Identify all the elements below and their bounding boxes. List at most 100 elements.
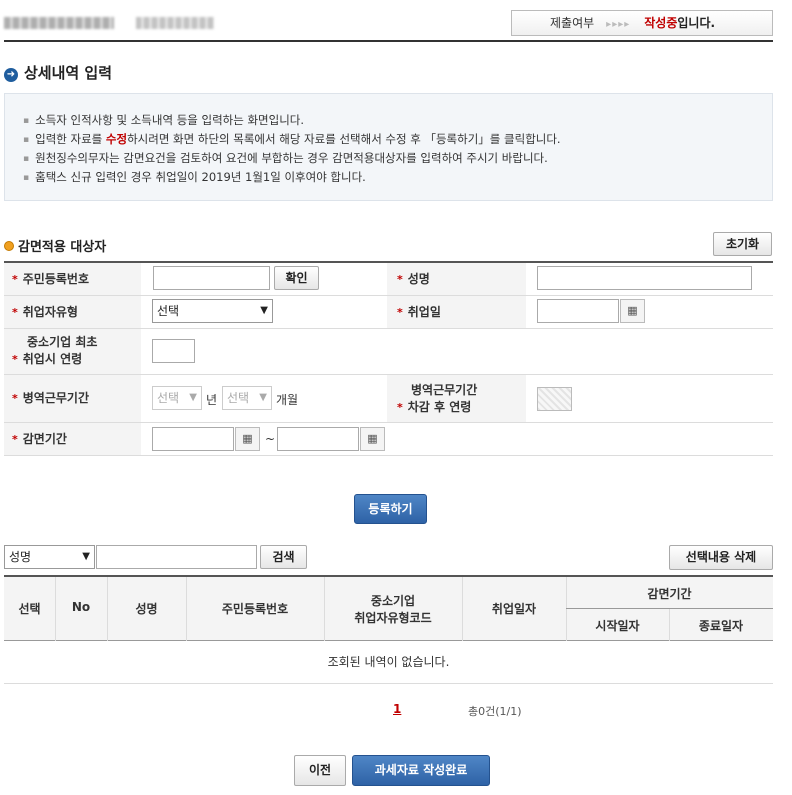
reduction-target-form: * 주민등록번호 확인 * 성명 * 취업자유형 선택 ▼ * 취업일 ▦ 중소기업 최초…	[4, 261, 773, 456]
name-label: * 성명	[387, 263, 526, 295]
calendar-icon[interactable]: ▦	[620, 299, 645, 323]
col-select: 선택	[18, 602, 41, 616]
month-unit: 개월	[276, 393, 299, 407]
emp-date-label: * 취업일	[387, 296, 526, 328]
required-mark: *	[12, 273, 18, 286]
reduction-end-input[interactable]	[277, 427, 359, 451]
col-rrn: 주민등록번호	[221, 602, 289, 616]
prev-button[interactable]: 이전	[294, 755, 346, 786]
emp-type-select[interactable]: 선택 ▼	[152, 299, 273, 323]
military-year-select[interactable]: 선택 ▼	[152, 386, 202, 410]
military-label-text: 병역근무기간	[22, 391, 90, 405]
form-row-reduction-period: * 감면기간 ▦ ~ ▦	[4, 423, 773, 456]
rrn-label-text: 주민등록번호	[22, 272, 90, 286]
required-mark: *	[397, 273, 403, 286]
form-row-military: * 병역근무기간 선택 ▼ 년 선택 ▼ 개월 병역근무기간 * 차감 후 연령	[4, 375, 773, 423]
col-sme-code-line1: 중소기업	[370, 594, 416, 608]
form-row-rrn: * 주민등록번호 확인 * 성명	[4, 263, 773, 296]
chevron-down-icon: ▼	[189, 392, 197, 403]
redacted-company-name	[4, 17, 114, 29]
emp-date-input[interactable]	[537, 299, 619, 323]
notice-item: 홈택스 신규 입력인 경우 취업일이 2019년 1월1일 이후여야 합니다.	[23, 168, 772, 187]
notice-text: 하시려면 화면 하단의 목록에서 해당 자료를 선택해서 수정 후 「등록하기」…	[127, 132, 561, 146]
range-separator: ~	[265, 432, 276, 446]
reduction-start-input[interactable]	[152, 427, 234, 451]
form-row-employment: * 취업자유형 선택 ▼ * 취업일 ▦	[4, 296, 773, 329]
search-input[interactable]	[96, 545, 257, 569]
calendar-icon[interactable]: ▦	[235, 427, 260, 451]
military-label: * 병역근무기간	[4, 375, 141, 422]
emp-date-label-text: 취업일	[407, 305, 441, 319]
notice-highlight: 수정	[105, 132, 128, 146]
col-emp-date: 취업일자	[491, 602, 537, 616]
required-mark: *	[12, 353, 18, 366]
required-mark: *	[12, 392, 18, 405]
reset-button[interactable]: 초기화	[713, 232, 772, 256]
notice-text: 입력한 자료를	[35, 132, 106, 146]
notice-text: 홈택스 신규 입력인 경우 취업일이 2019년 1월1일 이후여야 합니다.	[35, 170, 366, 184]
military-age-readonly	[537, 387, 572, 411]
sme-age-input[interactable]	[152, 339, 195, 363]
year-unit: 년	[206, 393, 218, 407]
complete-button[interactable]: 과세자료 작성완료	[352, 755, 490, 786]
military-year-value: 선택	[157, 391, 180, 405]
required-mark: *	[397, 401, 403, 414]
form-title-text: 감면적용 대상자	[18, 240, 107, 255]
chevron-down-icon: ▼	[259, 392, 267, 403]
name-input[interactable]	[537, 266, 752, 290]
notice-item: 소득자 인적사항 및 소득내역 등을 입력하는 화면입니다.	[23, 111, 772, 130]
status-value: 작성중	[644, 16, 678, 30]
header-split	[566, 608, 773, 609]
confirm-button[interactable]: 확인	[274, 266, 319, 290]
notice-text: 소득자 인적사항 및 소득내역 등을 입력하는 화면입니다.	[35, 113, 305, 127]
chevron-down-icon: ▼	[260, 305, 268, 316]
sme-age-label-line1: 중소기업 최초	[27, 335, 98, 349]
emp-type-label: * 취업자유형	[4, 296, 141, 328]
search-button[interactable]: 검색	[260, 545, 307, 569]
sme-age-label: 중소기업 최초 * 취업시 연령	[4, 329, 141, 374]
search-field-value: 성명	[9, 550, 32, 564]
emp-type-select-value: 선택	[157, 304, 180, 318]
notice-box: 소득자 인적사항 및 소득내역 등을 입력하는 화면입니다. 입력한 자료를 수…	[4, 93, 773, 201]
empty-message: 조회된 내역이 없습니다.	[4, 641, 773, 684]
submission-status-box: 제출여부 ▸▸▸▸ 작성중입니다.	[511, 10, 773, 36]
arrow-circle-icon: ➜	[4, 68, 18, 82]
notice-text: 원천징수의무자는 감면요건을 검토하여 요건에 부합하는 경우 감면적용대상자를…	[35, 151, 548, 165]
military-age-label-line1: 병역근무기간	[411, 383, 478, 397]
rrn-label: * 주민등록번호	[4, 263, 141, 295]
search-field-select[interactable]: 성명 ▼	[4, 545, 95, 569]
register-button[interactable]: 등록하기	[354, 494, 427, 524]
col-period: 감면기간	[647, 587, 692, 601]
col-name: 성명	[135, 602, 158, 616]
name-label-text: 성명	[407, 272, 430, 286]
col-end: 종료일자	[698, 619, 744, 633]
status-label: 제출여부	[550, 16, 595, 30]
reduction-label: * 감면기간	[4, 423, 141, 455]
military-month-value: 선택	[227, 391, 250, 405]
col-no: No	[71, 600, 91, 614]
rrn-input[interactable]	[153, 266, 270, 290]
required-mark: *	[397, 306, 403, 319]
military-month-select[interactable]: 선택 ▼	[222, 386, 272, 410]
chevron-down-icon: ▼	[82, 551, 90, 562]
page-title: ➜ 상세내역 입력	[4, 62, 112, 83]
emp-type-label-text: 취업자유형	[22, 305, 78, 319]
required-mark: *	[12, 433, 18, 446]
redacted-business-number	[136, 17, 214, 29]
arrows-icon: ▸▸▸▸	[606, 19, 631, 30]
top-bar: 제출여부 ▸▸▸▸ 작성중입니다.	[4, 10, 773, 42]
page-link-current[interactable]: 1	[393, 702, 401, 716]
form-title: 감면적용 대상자	[4, 236, 106, 255]
military-age-label: 병역근무기간 * 차감 후 연령	[387, 375, 526, 422]
bullet-icon	[4, 241, 14, 251]
page-summary: 총0건(1/1)	[468, 705, 522, 718]
sme-age-label-line2: 취업시 연령	[22, 352, 83, 366]
notice-item: 원천징수의무자는 감면요건을 검토하여 요건에 부합하는 경우 감면적용대상자를…	[23, 149, 772, 168]
calendar-icon[interactable]: ▦	[360, 427, 385, 451]
delete-selected-button[interactable]: 선택내용 삭제	[669, 545, 773, 570]
page-title-text: 상세내역 입력	[24, 64, 113, 82]
form-row-sme-age: 중소기업 최초 * 취업시 연령	[4, 329, 773, 375]
reduction-label-text: 감면기간	[22, 432, 67, 446]
notice-item: 입력한 자료를 수정하시려면 화면 하단의 목록에서 해당 자료를 선택해서 수…	[23, 130, 772, 149]
military-age-label-line2: 차감 후 연령	[407, 400, 472, 414]
